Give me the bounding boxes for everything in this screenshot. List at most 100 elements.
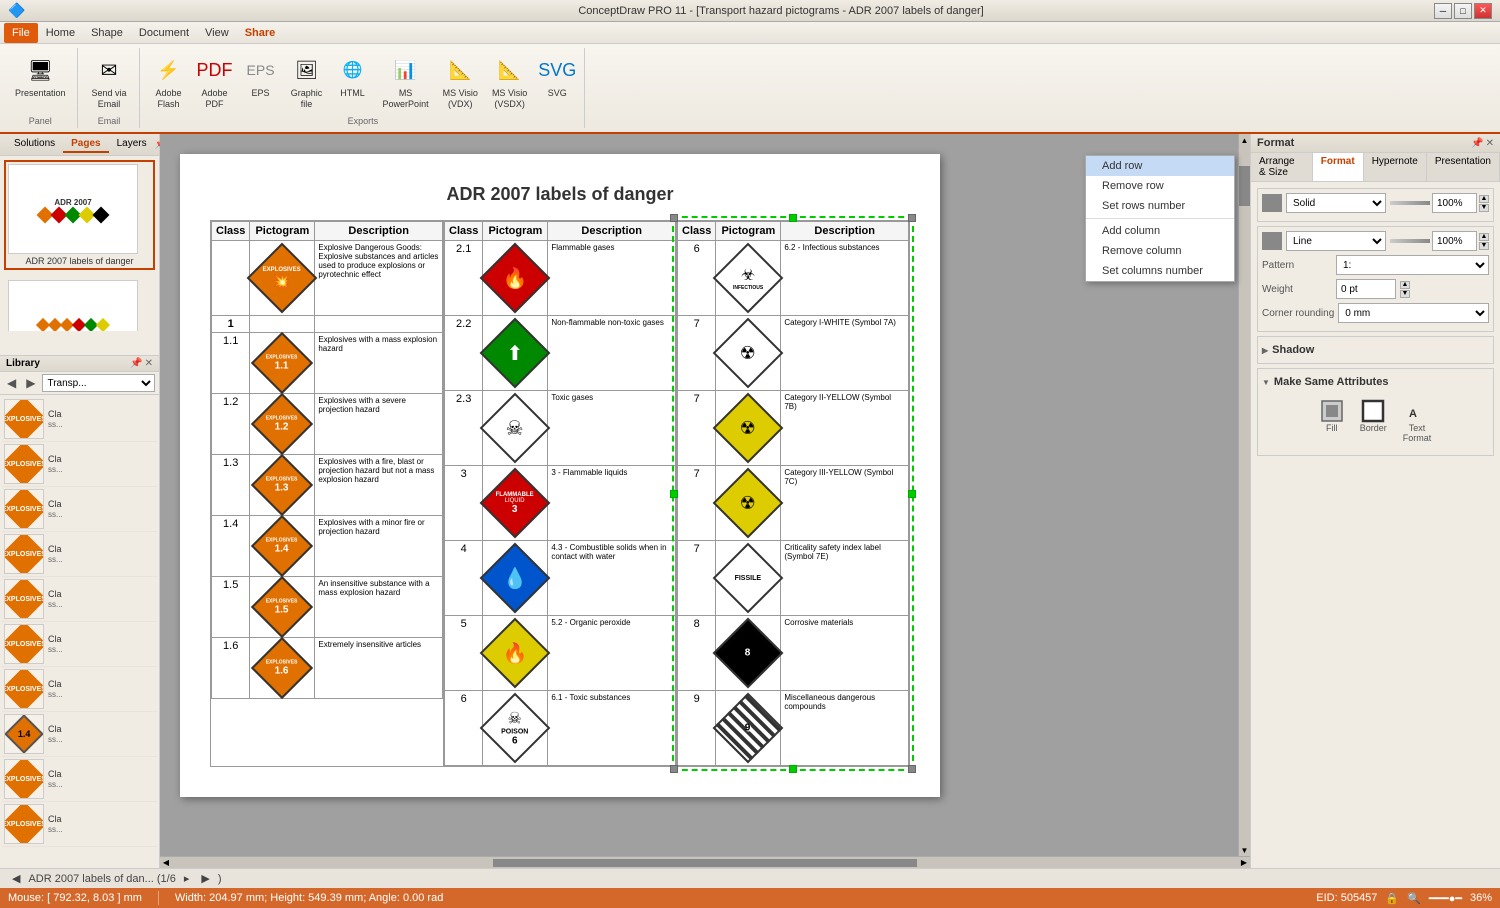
border-style-dropdown[interactable]: Line None Dashed: [1286, 231, 1386, 251]
table-row: 2.1 🔥 Flammable gases: [445, 241, 676, 316]
border-opacity-input[interactable]: [1432, 231, 1477, 251]
format-panel-content: Solid None Gradient ▲ ▼: [1251, 182, 1500, 868]
list-item[interactable]: EXPLOSIVES Cla ss...: [2, 442, 157, 487]
ms-visio-vsdx-btn[interactable]: 📐 MS Visio(VSDX): [487, 50, 532, 114]
menu-share[interactable]: Share: [237, 23, 284, 43]
format-panel-title: Format: [1257, 137, 1294, 149]
page-expand-btn[interactable]: ▸: [180, 871, 194, 886]
list-item[interactable]: EXPLOSIVES Cla ss...: [2, 622, 157, 667]
canvas-scroll[interactable]: ADR 2007 labels of danger Class Pictogra…: [160, 134, 1238, 856]
weight-input[interactable]: [1336, 279, 1396, 299]
presentation-btn[interactable]: 🖥 Presentation: [10, 50, 71, 103]
opacity-up-btn[interactable]: ▲: [1479, 195, 1489, 203]
svg-btn[interactable]: SVG SVG: [536, 50, 578, 103]
zoom-slider[interactable]: ━━━●━: [1429, 892, 1462, 905]
format-panel-header: Format 📌 ✕: [1251, 134, 1500, 153]
list-item[interactable]: EXPLOSIVES Cla ss...: [2, 667, 157, 712]
list-item[interactable]: EXPLOSIVES Cla ss...: [2, 802, 157, 847]
library-next[interactable]: ▶: [23, 375, 38, 391]
page-next-btn[interactable]: ▶: [197, 871, 213, 886]
html-btn[interactable]: 🌐 HTML: [332, 50, 374, 103]
list-item[interactable]: EXPLOSIVES Cla ss...: [2, 487, 157, 532]
tab-presentation[interactable]: Presentation: [1427, 153, 1500, 181]
adobe-flash-btn[interactable]: ⚡ AdobeFlash: [148, 50, 190, 114]
page-thumb-1[interactable]: ADR 2007 ADR 2007 labels of danger: [4, 160, 155, 270]
table-row: 1: [212, 316, 443, 333]
ctx-remove-row[interactable]: Remove row: [1086, 176, 1234, 196]
opacity-down-btn[interactable]: ▼: [1479, 204, 1489, 212]
menu-file[interactable]: File: [4, 23, 38, 43]
tab-format[interactable]: Format: [1313, 153, 1364, 181]
ribbon: 🖥 Presentation Panel ✉ Send viaEmail Ema…: [0, 44, 1500, 134]
close-btn[interactable]: ✕: [1474, 3, 1492, 19]
ctx-set-columns-number[interactable]: Set columns number: [1086, 261, 1234, 281]
horizontal-scrollbar[interactable]: ◀ ▶: [160, 856, 1250, 868]
fill-color-swatch[interactable]: [1262, 194, 1282, 212]
corner-label: Corner rounding: [1262, 308, 1334, 319]
weight-up-btn[interactable]: ▲: [1400, 281, 1410, 289]
vscroll-thumb[interactable]: [1239, 166, 1250, 206]
send-email-btn[interactable]: ✉ Send viaEmail: [87, 50, 132, 114]
tab-hypernote[interactable]: Hypernote: [1364, 153, 1427, 181]
shadow-header[interactable]: ▶ Shadow: [1262, 341, 1489, 359]
library-dropdown[interactable]: Transp...: [42, 374, 155, 392]
page-navigation: ◀ ADR 2007 labels of dan... (1/6 ▸ ▶ ): [0, 868, 1500, 888]
weight-down-btn[interactable]: ▼: [1400, 290, 1410, 298]
corner-dropdown[interactable]: 0 mm 1 mm 2 mm: [1338, 303, 1489, 323]
ctx-remove-column[interactable]: Remove column: [1086, 241, 1234, 261]
library-items-list: EXPLOSIVES Cla ss... EXPLOSIVES: [0, 395, 159, 868]
format-panel-pin[interactable]: 📌: [1471, 138, 1483, 149]
make-same-border-btn[interactable]: Border: [1356, 395, 1391, 447]
adobe-pdf-btn[interactable]: PDF AdobePDF: [194, 50, 236, 114]
format-panel-close[interactable]: ✕: [1486, 138, 1494, 149]
menu-document[interactable]: Document: [131, 23, 197, 43]
pattern-dropdown[interactable]: 1: 2:: [1336, 255, 1489, 275]
lock-icon[interactable]: 🔒: [1385, 892, 1399, 905]
format-panel-tabs: Arrange & Size Format Hypernote Presenta…: [1251, 153, 1500, 182]
list-item[interactable]: EXPLOSIVES Cla ss...: [2, 577, 157, 622]
eps-btn[interactable]: EPS EPS: [240, 50, 282, 103]
menu-home[interactable]: Home: [38, 23, 83, 43]
ms-visio-vdx-btn[interactable]: 📐 MS Visio(VDX): [438, 50, 483, 114]
tab-solutions[interactable]: Solutions: [6, 136, 63, 153]
ctx-add-row[interactable]: Add row: [1086, 156, 1234, 176]
library-pin[interactable]: 📌: [130, 358, 142, 369]
restore-btn[interactable]: □: [1454, 3, 1472, 19]
vertical-scrollbar[interactable]: ▲ ▼: [1238, 134, 1250, 856]
library-prev[interactable]: ◀: [4, 375, 19, 391]
ctx-add-column[interactable]: Add column: [1086, 221, 1234, 241]
tab-arrange-size[interactable]: Arrange & Size: [1251, 153, 1313, 181]
ctx-set-rows-number[interactable]: Set rows number: [1086, 196, 1234, 216]
ms-powerpoint-btn[interactable]: 📊 MSPowerPoint: [378, 50, 434, 114]
table-row: 4 💧 4.3 - Combustible solids when in con…: [445, 541, 676, 616]
context-menu: Add row Remove row Set rows number Add c…: [1085, 155, 1235, 282]
list-item[interactable]: EXPLOSIVES Cla ss...: [2, 532, 157, 577]
page-1-label: ADR 2007 labels of danger: [8, 256, 151, 266]
border-opacity-up-btn[interactable]: ▲: [1479, 233, 1489, 241]
library-close[interactable]: ✕: [145, 358, 153, 369]
make-same-fill-btn[interactable]: Fill: [1316, 395, 1348, 447]
border-opacity-down-btn[interactable]: ▼: [1479, 242, 1489, 250]
menu-view[interactable]: View: [197, 23, 237, 43]
list-item[interactable]: EXPLOSIVES Cla ss...: [2, 757, 157, 802]
table-row: 7 ☢ Category I-WHITE (Symbol 7A): [678, 316, 909, 391]
make-same-header: ▼ Make Same Attributes: [1262, 373, 1489, 391]
minimize-btn[interactable]: ─: [1434, 3, 1452, 19]
table-row: 8 8: [678, 616, 909, 691]
menu-shape[interactable]: Shape: [83, 23, 131, 43]
border-color-swatch[interactable]: [1262, 232, 1282, 250]
fill-opacity-input[interactable]: [1432, 193, 1477, 213]
tab-layers[interactable]: Layers: [109, 136, 155, 153]
text-format-icon: A: [1405, 399, 1429, 423]
page-thumb-2[interactable]: ADR pictograms: [4, 276, 155, 331]
page-prev-btn[interactable]: ◀: [8, 871, 24, 886]
make-same-text-format-btn[interactable]: A TextFormat: [1399, 395, 1436, 447]
make-same-section: ▼ Make Same Attributes Fill: [1257, 368, 1494, 456]
tab-pages[interactable]: Pages: [63, 136, 108, 153]
fill-style-dropdown[interactable]: Solid None Gradient: [1286, 193, 1386, 213]
zoom-controls[interactable]: 🔍: [1407, 892, 1421, 905]
list-item[interactable]: 1.4 Cla ss...: [2, 712, 157, 757]
list-item[interactable]: EXPLOSIVES Cla ss...: [2, 397, 157, 442]
graphic-btn[interactable]: 🖼 Graphicfile: [286, 50, 328, 114]
table-row: 6 ☠ POISON 6: [445, 691, 676, 766]
